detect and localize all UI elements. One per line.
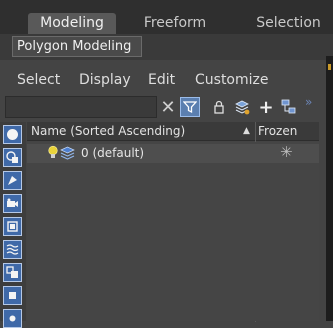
layer-stack-icon [60,145,75,160]
menu-edit[interactable]: Edit [148,71,175,89]
layers-add-icon[interactable] [232,97,252,117]
filter-icon[interactable] [180,97,200,117]
camera-icon[interactable] [3,194,22,213]
helper-icon[interactable] [3,217,22,236]
column-header-name[interactable]: Name (Sorted Ascending) [29,122,255,141]
box-icon[interactable] [3,286,22,305]
layer-name[interactable]: 0 (default) [81,144,144,163]
viewport-edge-accent [328,64,331,70]
group-icon[interactable] [3,263,22,282]
lock-icon[interactable] [209,97,229,117]
lightbulb-icon[interactable] [47,145,59,160]
link-icon[interactable] [3,309,22,328]
viewport-edge [326,56,333,321]
hierarchy-icon[interactable] [279,97,299,117]
shapes-icon[interactable] [3,148,22,167]
search-input[interactable] [5,96,157,118]
tab-freeform[interactable]: Freeform [130,13,220,34]
spacewarp-icon[interactable] [3,240,22,259]
sort-ascending-icon: ▲ [243,126,250,136]
tab-modeling[interactable]: Modeling [28,13,116,34]
frozen-toggle-icon[interactable]: ✳ [280,143,293,162]
light-icon[interactable] [3,171,22,190]
sphere-icon[interactable] [3,125,22,144]
close-icon[interactable]: ✕ [158,97,178,118]
ribbon-panel-label-polygon-modeling[interactable]: Polygon Modeling [12,36,142,57]
menu-customize[interactable]: Customize [195,71,269,89]
more-tools-icon[interactable]: » [305,95,312,109]
menu-select[interactable]: Select [17,71,60,89]
layer-list [27,142,319,321]
tab-selection[interactable]: Selection [244,13,333,34]
plus-icon[interactable]: + [256,97,276,118]
column-header-frozen[interactable]: Frozen [258,122,318,141]
menu-display[interactable]: Display [79,71,131,89]
